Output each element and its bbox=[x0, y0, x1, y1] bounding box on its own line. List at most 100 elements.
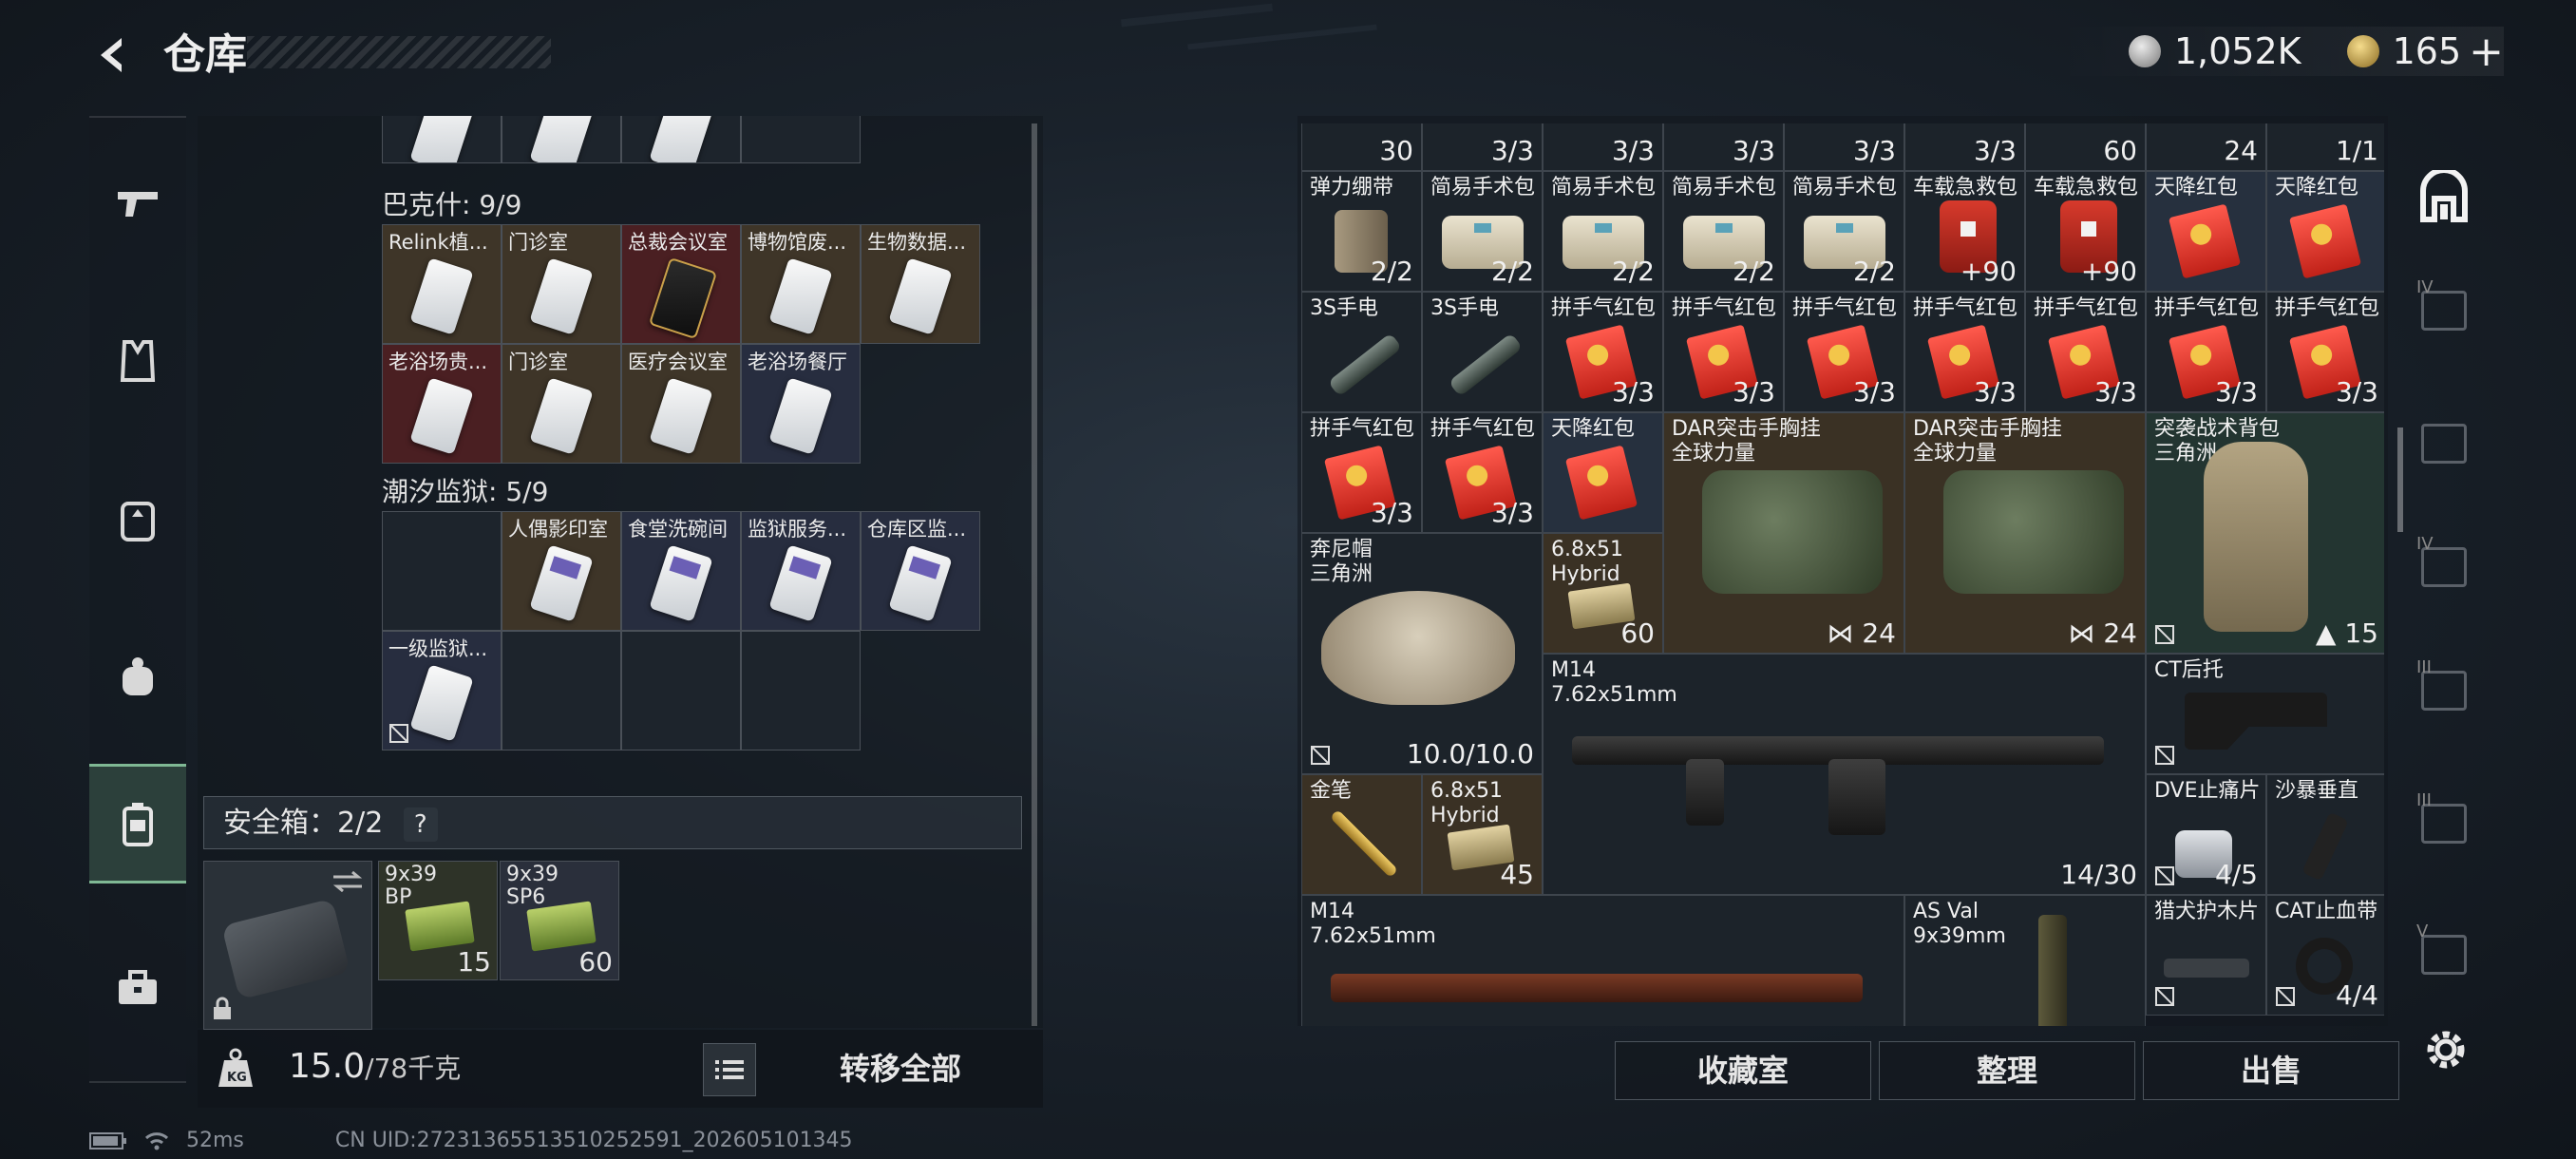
nav-pouch[interactable] bbox=[89, 619, 186, 733]
silver-coin-icon bbox=[2128, 35, 2161, 67]
capacity-count: ⋈ 24 bbox=[2068, 618, 2137, 649]
keycard-cell[interactable]: 一级监狱... bbox=[382, 631, 502, 750]
ammo-slot[interactable]: 9x39 SP6 60 bbox=[500, 861, 619, 980]
nav-stash-tier[interactable]: III bbox=[2407, 781, 2481, 866]
keycard-cell[interactable]: 门诊室 bbox=[502, 344, 621, 464]
partial-card-cell[interactable] bbox=[382, 116, 502, 163]
inventory-item[interactable]: 拼手气红包 3/3 bbox=[1904, 292, 2025, 412]
keycard-cell[interactable]: 门诊室 bbox=[502, 224, 621, 344]
empty-card-slot[interactable] bbox=[502, 631, 621, 750]
medicine-item[interactable]: CAT止血带 4/4 bbox=[2266, 895, 2384, 1016]
inventory-item[interactable]: 车载急救包 +90 bbox=[2025, 171, 2146, 292]
helmet-item[interactable]: 奔尼帽 三角洲 10.0/10.0 bbox=[1301, 533, 1543, 774]
inventory-item[interactable]: 3/3 bbox=[1784, 124, 1904, 171]
inventory-item[interactable]: 天降红包 bbox=[2146, 171, 2266, 292]
nav-weapons[interactable] bbox=[89, 146, 186, 260]
keycard-cell[interactable]: 监狱服务... bbox=[741, 511, 861, 631]
partial-card-cell[interactable] bbox=[621, 116, 741, 163]
inventory-item[interactable]: 3S手电 bbox=[1422, 292, 1543, 412]
attachment-item[interactable]: 猎犬护木片 bbox=[2146, 895, 2266, 1016]
backpack-item[interactable]: 突袭战术背包 三角洲 ▲ 15 bbox=[2146, 412, 2384, 654]
inventory-item[interactable]: 3/3 bbox=[1422, 124, 1543, 171]
inventory-item[interactable]: 24 bbox=[2146, 124, 2266, 171]
add-currency-button[interactable]: + bbox=[2469, 28, 2504, 76]
attachment-item[interactable]: 沙暴垂直 bbox=[2266, 774, 2384, 895]
inventory-item[interactable]: 3/3 bbox=[1904, 124, 2025, 171]
weapon-item[interactable]: M14 7.62x51mm 14/30 bbox=[1543, 654, 2146, 895]
keycard-cell[interactable]: 老浴场餐厅 bbox=[741, 344, 861, 464]
warehouse-scrollbar[interactable] bbox=[1032, 124, 1037, 1026]
inventory-item[interactable]: 拼手气红包 3/3 bbox=[2266, 292, 2384, 412]
inventory-item[interactable]: 60 bbox=[2025, 124, 2146, 171]
keycard-cell[interactable]: 老浴场贵... bbox=[382, 344, 502, 464]
nav-container[interactable] bbox=[89, 764, 186, 884]
chest-rig-item[interactable]: DAR突击手胸挂 全球力量 ⋈ 24 bbox=[1904, 412, 2146, 654]
nav-backpack[interactable] bbox=[89, 462, 186, 576]
safe-box-container[interactable] bbox=[203, 861, 372, 1030]
keycard-cell[interactable]: 仓库区监... bbox=[861, 511, 980, 631]
chest-rig-item[interactable]: DAR突击手胸挂 全球力量 ⋈ 24 bbox=[1663, 412, 1904, 654]
ammo-item[interactable]: 6.8x51 Hybrid 60 bbox=[1543, 533, 1663, 654]
inventory-item[interactable]: 拼手气红包 3/3 bbox=[2025, 292, 2146, 412]
inventory-scrollbar[interactable] bbox=[2397, 428, 2403, 532]
weapon-item[interactable]: AS Val 9x39mm bbox=[1904, 895, 2146, 1026]
sell-button[interactable]: 出售 bbox=[2143, 1041, 2399, 1100]
nav-toolbox[interactable] bbox=[89, 931, 186, 1045]
ammo-item[interactable]: 6.8x51 Hybrid 45 bbox=[1422, 774, 1543, 895]
partial-card-cell[interactable] bbox=[502, 116, 621, 163]
nav-stash-main[interactable] bbox=[2407, 154, 2481, 239]
lock-icon bbox=[214, 997, 231, 1019]
valuable-item[interactable]: 金笔 bbox=[1301, 774, 1422, 895]
list-view-button[interactable] bbox=[703, 1043, 756, 1096]
collection-room-button[interactable]: 收藏室 bbox=[1615, 1041, 1871, 1100]
keycard-cell[interactable]: 博物馆废... bbox=[741, 224, 861, 344]
inventory-item[interactable]: 3S手电 bbox=[1301, 292, 1422, 412]
nav-stash-tier[interactable]: IV bbox=[2407, 524, 2481, 610]
nav-stash-tier[interactable] bbox=[2407, 401, 2481, 486]
keycard-cell[interactable]: 总裁会议室 bbox=[621, 224, 741, 344]
keycard-cell[interactable]: 食堂洗碗间 bbox=[621, 511, 741, 631]
inventory-item[interactable]: 简易手术包 2/2 bbox=[1422, 171, 1543, 292]
safe-box-header: 安全箱：2/2 ? bbox=[203, 796, 1022, 849]
inventory-item[interactable]: 拼手气红包 3/3 bbox=[1422, 412, 1543, 533]
attachment-item[interactable]: CT后托 bbox=[2146, 654, 2384, 774]
nav-stash-tier[interactable]: V bbox=[2407, 912, 2481, 998]
safe-box-image bbox=[221, 898, 350, 1000]
inventory-item[interactable]: 天降红包 bbox=[1543, 412, 1663, 533]
inventory-item[interactable]: 1/1 bbox=[2266, 124, 2384, 171]
keycard-cell[interactable]: 医疗会议室 bbox=[621, 344, 741, 464]
back-button[interactable] bbox=[85, 27, 142, 84]
keycard-cell[interactable]: 人偶影印室 bbox=[502, 511, 621, 631]
inventory-item[interactable]: 拼手气红包 3/3 bbox=[1301, 412, 1422, 533]
inventory-item[interactable]: 简易手术包 2/2 bbox=[1784, 171, 1904, 292]
help-button[interactable]: ? bbox=[403, 808, 438, 842]
nav-stash-tier[interactable]: III bbox=[2407, 648, 2481, 733]
keycard-cell[interactable]: 生物数据... bbox=[861, 224, 980, 344]
inventory-item[interactable]: 简易手术包 2/2 bbox=[1543, 171, 1663, 292]
empty-card-slot[interactable] bbox=[621, 631, 741, 750]
inventory-item[interactable]: 3/3 bbox=[1663, 124, 1784, 171]
transfer-all-button[interactable]: 转移全部 bbox=[767, 1043, 1033, 1094]
inventory-item[interactable]: 30 bbox=[1301, 124, 1422, 171]
inventory-item[interactable]: 弹力绷带 2/2 bbox=[1301, 171, 1422, 292]
keycard-cell[interactable]: Relink植... bbox=[382, 224, 502, 344]
inventory-item[interactable]: 拼手气红包 3/3 bbox=[2146, 292, 2266, 412]
partial-empty-cell[interactable] bbox=[741, 116, 861, 163]
ammo-slot[interactable]: 9x39 BP 15 bbox=[378, 861, 498, 980]
nav-stash-tier[interactable]: IV bbox=[2407, 268, 2481, 353]
settings-button[interactable] bbox=[2420, 1024, 2472, 1075]
inventory-item[interactable]: 天降红包 bbox=[2266, 171, 2384, 292]
weapon-item[interactable]: M14 7.62x51mm bbox=[1301, 895, 1904, 1026]
inventory-item[interactable]: 拼手气红包 3/3 bbox=[1784, 292, 1904, 412]
back-arrow-icon bbox=[101, 38, 122, 72]
inventory-item[interactable]: 简易手术包 2/2 bbox=[1663, 171, 1784, 292]
inventory-item[interactable]: 3/3 bbox=[1543, 124, 1663, 171]
medicine-item[interactable]: DVE止痛片 4/5 bbox=[2146, 774, 2266, 895]
nav-vest[interactable] bbox=[89, 304, 186, 418]
inventory-item[interactable]: 拼手气红包 3/3 bbox=[1543, 292, 1663, 412]
empty-card-slot[interactable] bbox=[741, 631, 861, 750]
empty-card-slot[interactable] bbox=[382, 511, 502, 631]
inventory-item[interactable]: 拼手气红包 3/3 bbox=[1663, 292, 1784, 412]
sort-button[interactable]: 整理 bbox=[1879, 1041, 2135, 1100]
inventory-item[interactable]: 车载急救包 +90 bbox=[1904, 171, 2025, 292]
